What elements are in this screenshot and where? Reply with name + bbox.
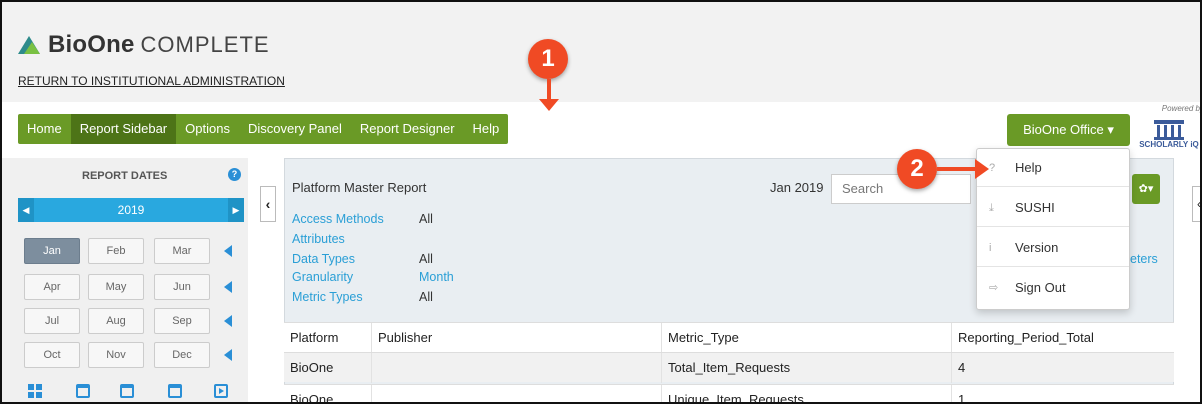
month-mar[interactable]: Mar: [154, 238, 210, 264]
column-header[interactable]: Reporting_Period_Total: [952, 323, 1174, 353]
month-jan[interactable]: Jan: [24, 238, 80, 264]
param-value[interactable]: Month: [419, 270, 454, 284]
next-year-button[interactable]: ▶: [228, 198, 244, 222]
powered-by-text: Powered by: [1161, 104, 1202, 113]
table-header-row: Platform Publisher Metric_Type Reporting…: [284, 322, 1174, 353]
report-title: Platform Master Report: [292, 180, 427, 195]
table-cell: [372, 353, 662, 383]
brand-subtitle: COMPLETE: [140, 32, 270, 57]
app-window: BioOne COMPLETE RETURN TO INSTITUTIONAL …: [0, 0, 1202, 404]
bioone-logo: BioOne COMPLETE: [18, 30, 270, 60]
param-label[interactable]: Access Methods: [292, 212, 384, 226]
gear-icon[interactable]: ✿▾: [1132, 174, 1160, 204]
return-to-admin-link[interactable]: RETURN TO INSTITUTIONAL ADMINISTRATION: [18, 74, 285, 88]
nav-report-sidebar[interactable]: Report Sidebar: [70, 114, 177, 144]
nav-help[interactable]: Help: [464, 114, 509, 144]
year-label: 2019: [117, 203, 145, 217]
report-period: Jan 2019: [770, 180, 824, 195]
scholarly-iq-logo: SCHOLARLY iQ: [1138, 120, 1200, 149]
sidebar-title: REPORT DATES: [82, 170, 168, 182]
callout-badge-2: 2: [897, 149, 937, 189]
month-dec[interactable]: Dec: [154, 342, 210, 368]
select-row-arrow-icon[interactable]: [224, 349, 232, 361]
help-icon: ?: [989, 162, 996, 174]
table-cell: 4: [958, 360, 966, 375]
prev-year-button[interactable]: ◀: [18, 198, 34, 222]
info-icon: i: [989, 242, 992, 254]
calendar-add-icon[interactable]: [120, 384, 134, 398]
month-feb[interactable]: Feb: [88, 238, 144, 264]
param-label[interactable]: Attributes: [292, 232, 345, 246]
download-icon: ⤓: [989, 202, 994, 214]
table-cell: BioOne: [284, 385, 372, 402]
callout-arrow-head-1: [539, 99, 559, 111]
menu-item-sign-out[interactable]: ⇨ Sign Out: [977, 269, 1129, 307]
menu-item-label: SUSHI: [1015, 200, 1055, 215]
select-row-arrow-icon[interactable]: [224, 245, 232, 257]
bioone-office-menu-button[interactable]: BioOne Office ▾: [1007, 114, 1130, 146]
building-icon: [1154, 120, 1184, 140]
month-aug[interactable]: Aug: [88, 308, 144, 334]
help-icon[interactable]: ?: [228, 168, 241, 181]
param-value: All: [419, 212, 433, 226]
calendar-icon[interactable]: [76, 384, 90, 398]
bioone-logo-icon: [18, 34, 40, 56]
menu-item-label: Sign Out: [1015, 280, 1066, 295]
month-nov[interactable]: Nov: [88, 342, 144, 368]
callout-badge-1: 1: [528, 39, 568, 79]
column-header[interactable]: Publisher: [372, 323, 662, 353]
month-jul[interactable]: Jul: [24, 308, 80, 334]
nav-home[interactable]: Home: [18, 114, 71, 144]
column-header[interactable]: Metric_Type: [662, 323, 952, 353]
scholarly-iq-text: SCHOLARLY iQ: [1139, 140, 1199, 149]
param-label[interactable]: Metric Types: [292, 290, 363, 304]
play-icon[interactable]: [214, 384, 228, 398]
expand-right-panel-button[interactable]: ‹: [1192, 186, 1200, 222]
calendar-check-icon[interactable]: [168, 384, 182, 398]
table-cell: 1: [958, 392, 966, 404]
table-row: BioOne Total_Item_Requests 4: [284, 352, 1174, 383]
table-cell: BioOne: [284, 353, 372, 383]
year-selector: ◀ 2019 ▶: [18, 198, 244, 222]
parameters-link[interactable]: eters: [1130, 252, 1158, 266]
month-oct[interactable]: Oct: [24, 342, 80, 368]
collapse-sidebar-button[interactable]: ‹: [260, 186, 276, 222]
table-row: BioOne Unique_Item_Requests 1: [284, 384, 1174, 404]
menu-item-label: Help: [1015, 160, 1042, 175]
main-nav: Home Report Sidebar Options Discovery Pa…: [18, 114, 509, 144]
param-value: All: [419, 252, 433, 266]
nav-options[interactable]: Options: [176, 114, 239, 144]
month-apr[interactable]: Apr: [24, 274, 80, 300]
param-label[interactable]: Data Types: [292, 252, 355, 266]
menu-item-help[interactable]: ? Help: [977, 149, 1129, 187]
nav-report-designer[interactable]: Report Designer: [351, 114, 464, 144]
menu-item-sushi[interactable]: ⤓ SUSHI: [977, 189, 1129, 227]
table-cell: [372, 385, 662, 402]
select-row-arrow-icon[interactable]: [224, 281, 232, 293]
month-may[interactable]: May: [88, 274, 144, 300]
param-value: All: [419, 290, 433, 304]
callout-arrow-2: [937, 167, 977, 171]
nav-discovery-panel[interactable]: Discovery Panel: [239, 114, 351, 144]
grid-view-icon[interactable]: [28, 384, 42, 398]
column-header[interactable]: Platform: [284, 323, 372, 353]
month-sep[interactable]: Sep: [154, 308, 210, 334]
param-label[interactable]: Granularity: [292, 270, 353, 284]
callout-arrow-1: [547, 79, 551, 101]
brand-name: BioOne: [48, 31, 135, 58]
month-jun[interactable]: Jun: [154, 274, 210, 300]
sign-out-icon: ⇨: [989, 282, 999, 294]
callout-arrow-head-2: [975, 159, 989, 179]
office-dropdown-menu: ? Help ⤓ SUSHI i Version ⇨ Sign Out: [976, 148, 1130, 310]
select-row-arrow-icon[interactable]: [224, 315, 232, 327]
menu-item-version[interactable]: i Version: [977, 229, 1129, 267]
menu-item-label: Version: [1015, 240, 1059, 255]
table-cell: Unique_Item_Requests: [662, 385, 952, 402]
table-cell: Total_Item_Requests: [662, 353, 952, 383]
